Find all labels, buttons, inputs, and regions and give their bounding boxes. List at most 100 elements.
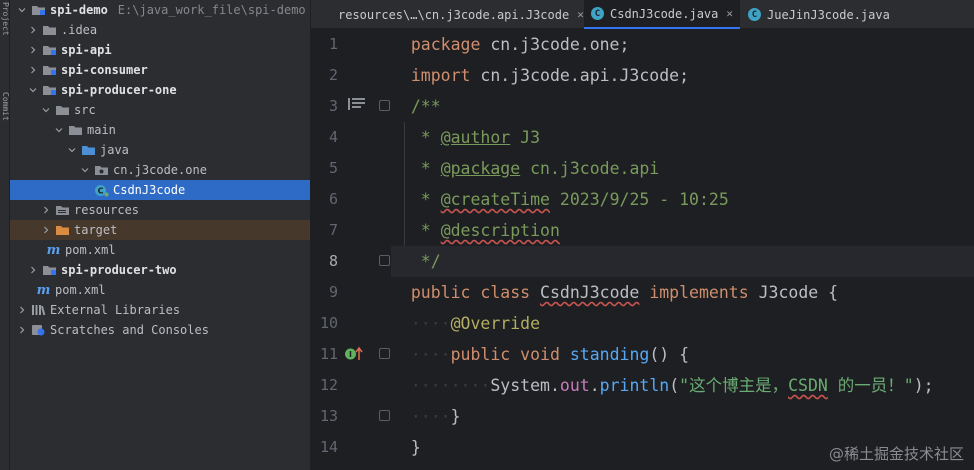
code-line-8: */ [391, 246, 974, 277]
watermark: @稀土掘金技术社区 [828, 445, 964, 463]
code-line-11: ····public void standing() { [410, 345, 690, 364]
code-line-7: * @description [410, 221, 560, 240]
svg-text:C: C [98, 186, 104, 195]
line-number: 14 [319, 438, 338, 456]
tree-item-idea[interactable]: .idea [10, 20, 310, 40]
maven-icon: m [36, 282, 51, 298]
tree-item-spi-producer-one[interactable]: spi-producer-one [10, 80, 310, 100]
fold-icon[interactable] [379, 348, 390, 359]
tree-item-csdnj3code[interactable]: C CsdnJ3code [10, 180, 310, 200]
folder-icon [55, 104, 70, 116]
tree-item-pom-one[interactable]: m pom.xml [10, 240, 310, 260]
code-line-2: import cn.j3code.api.J3code; [410, 66, 690, 85]
tree-item-scratches[interactable]: Scratches and Consoles [10, 320, 310, 340]
folder-icon [68, 124, 83, 136]
svg-text:I: I [349, 350, 352, 359]
tree-item-main[interactable]: main [10, 120, 310, 140]
tree-item-spi-demo[interactable]: spi-demo E:\java_work_file\spi-demo [10, 0, 310, 20]
chevron-down-icon[interactable] [27, 84, 39, 96]
code-line-4: * @author J3 [410, 128, 541, 147]
code-line-5: * @package cn.j3code.api [410, 159, 660, 178]
code-line-9: public class CsdnJ3code implements J3cod… [410, 283, 839, 302]
implements-method-icon[interactable]: I [344, 346, 364, 366]
java-class-icon: C [94, 184, 109, 196]
chevron-right-icon[interactable] [27, 64, 39, 76]
line-number: 3 [328, 97, 338, 115]
line-number: 9 [328, 283, 338, 301]
tool-window-strip: Project Commit [0, 0, 10, 470]
editor-gutter: 1 2 3 4 5 6 7 8 9 10 11 12 13 14 I [311, 29, 391, 470]
chevron-down-icon[interactable] [79, 164, 91, 176]
doc-render-icon[interactable] [348, 96, 366, 115]
module-folder-icon [31, 4, 46, 16]
tree-item-spi-api[interactable]: spi-api [10, 40, 310, 60]
chevron-down-icon[interactable] [53, 124, 65, 136]
scratches-icon [31, 324, 46, 336]
chevron-right-icon[interactable] [16, 304, 28, 316]
tab-label: JueJinJ3code.java [767, 7, 890, 22]
excluded-folder-icon [55, 224, 70, 236]
fold-icon[interactable] [379, 410, 390, 421]
chevron-right-icon[interactable] [27, 24, 39, 36]
source-folder-icon [81, 144, 96, 156]
editor-tab-bar: resources\…\cn.j3code.api.J3code ✕ C Csd… [311, 0, 974, 29]
folder-icon [42, 24, 57, 36]
close-icon[interactable]: ✕ [577, 8, 584, 21]
chevron-down-icon[interactable] [66, 144, 78, 156]
line-number: 5 [328, 159, 338, 177]
close-icon[interactable]: ✕ [726, 7, 733, 20]
chevron-right-icon[interactable] [27, 44, 39, 56]
code-line-6: * @createTime 2023/9/25 - 10:25 [410, 190, 729, 209]
project-tool-tab[interactable]: Project [0, 2, 9, 36]
line-number-current: 8 [328, 252, 338, 270]
project-path: E:\java_work_file\spi-demo [117, 3, 306, 17]
tree-item-src[interactable]: src [10, 100, 310, 120]
chevron-right-icon[interactable] [40, 204, 52, 216]
library-icon [31, 304, 46, 316]
line-number: 10 [319, 314, 338, 332]
module-folder-icon [42, 264, 57, 276]
project-tree: spi-demo E:\java_work_file\spi-demo .ide… [10, 0, 311, 470]
tree-item-java[interactable]: java [10, 140, 310, 160]
java-class-icon: C [591, 7, 604, 20]
module-folder-icon [42, 84, 57, 96]
chevron-right-icon[interactable] [27, 264, 39, 276]
chevron-down-icon[interactable] [16, 4, 28, 16]
chevron-right-icon[interactable] [40, 224, 52, 236]
module-folder-icon [42, 44, 57, 56]
tab-label: CsdnJ3code.java [610, 6, 719, 21]
tab-csdnj3code[interactable]: C CsdnJ3code.java ✕ [584, 0, 740, 29]
code-line-1: package cn.j3code.one; [410, 35, 630, 54]
code-line-3: /** [410, 97, 441, 116]
tab-juejinj3code[interactable]: C JueJinJ3code.java [741, 0, 897, 29]
module-folder-icon [42, 64, 57, 76]
line-number: 12 [319, 376, 338, 394]
tree-item-package[interactable]: cn.j3code.one [10, 160, 310, 180]
chevron-right-icon[interactable] [16, 324, 28, 336]
package-icon [94, 164, 109, 176]
code-editor: resources\…\cn.j3code.api.J3code ✕ C Csd… [311, 0, 974, 470]
chevron-down-icon[interactable] [40, 104, 52, 116]
maven-icon: m [46, 242, 61, 258]
tree-item-resources[interactable]: resources [10, 200, 310, 220]
fold-icon[interactable] [379, 100, 390, 111]
resources-folder-icon [55, 204, 70, 216]
line-number: 1 [328, 35, 338, 53]
tab-j3code-resource[interactable]: resources\…\cn.j3code.api.J3code ✕ [331, 0, 591, 29]
tree-item-spi-producer-two[interactable]: spi-producer-two [10, 260, 310, 280]
tree-item-external-libraries[interactable]: External Libraries [10, 300, 310, 320]
code-line-10: ····@Override [410, 314, 541, 333]
commit-tool-tab[interactable]: Commit [0, 92, 9, 121]
line-number: 11 [319, 345, 338, 363]
tree-item-target[interactable]: target [10, 220, 310, 240]
line-number: 6 [328, 190, 338, 208]
line-number: 2 [328, 66, 338, 84]
tree-item-pom-root[interactable]: m pom.xml [10, 280, 310, 300]
java-class-icon: C [748, 8, 761, 21]
tree-item-spi-consumer[interactable]: spi-consumer [10, 60, 310, 80]
tab-label: resources\…\cn.j3code.api.J3code [338, 7, 570, 22]
code-line-13: ····} [410, 407, 461, 426]
fold-icon[interactable] [379, 255, 390, 266]
line-number: 13 [319, 407, 338, 425]
code-area[interactable]: package cn.j3code.one; import cn.j3code.… [391, 29, 974, 470]
